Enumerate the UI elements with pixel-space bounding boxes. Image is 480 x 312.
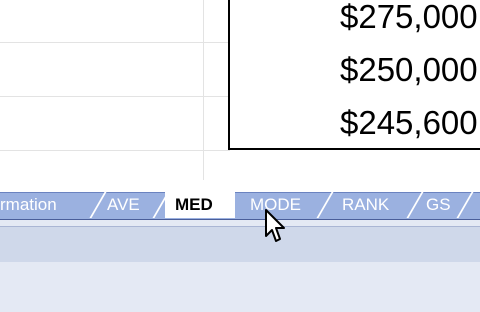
cell-value[interactable]: $245,600 <box>228 96 480 150</box>
grid-row-line <box>0 150 230 151</box>
tab-separator <box>456 192 474 218</box>
tab-separator <box>152 192 170 218</box>
sheet-tab-label: GS <box>426 195 451 214</box>
horizontal-scroll-track[interactable] <box>0 226 480 265</box>
mouse-pointer-icon <box>265 209 285 242</box>
sheet-tab-med[interactable]: MED <box>165 192 235 218</box>
sheet-tab-label: rmation <box>0 195 57 214</box>
grid-row-line <box>0 42 230 43</box>
grid-column-line <box>203 0 204 180</box>
cell-value[interactable]: $275,000 <box>228 0 480 44</box>
sheet-tab-label: MED <box>175 195 213 214</box>
tab-separator <box>89 192 107 218</box>
tab-separator <box>406 192 424 218</box>
tab-separator <box>316 192 334 218</box>
grid-row-line <box>0 96 230 97</box>
sheet-tab-rank[interactable]: RANK <box>342 192 412 218</box>
cell-value[interactable]: $250,000 <box>228 42 480 98</box>
worksheet-grid[interactable]: $275,000 $250,000 $245,600 <box>0 0 480 180</box>
sheet-tab-label: RANK <box>342 195 390 214</box>
sheet-tab-information[interactable]: rmation <box>0 192 92 218</box>
sheet-tab-label: AVE <box>107 195 140 214</box>
